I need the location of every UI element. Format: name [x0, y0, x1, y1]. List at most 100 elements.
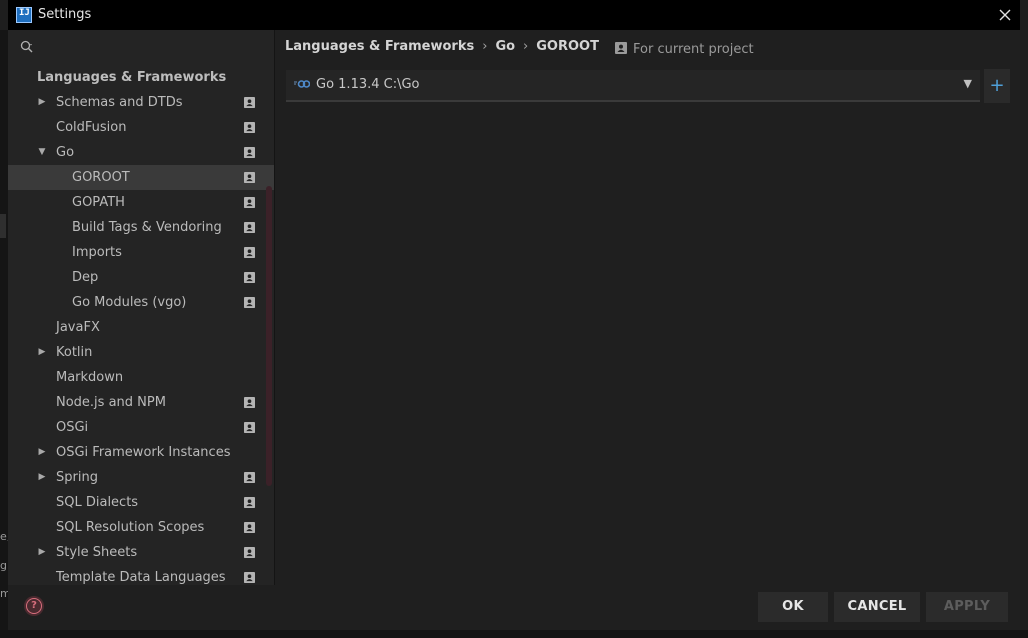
ok-button[interactable]: OK — [758, 592, 828, 622]
tree-item-label: Style Sheets — [56, 545, 138, 560]
settings-search-input[interactable] — [42, 36, 266, 60]
search-icon — [20, 40, 33, 53]
tree-item-label: Spring — [56, 470, 98, 485]
tree-item-osgi-framework-instances[interactable]: ▶ OSGi Framework Instances — [8, 440, 274, 465]
breadcrumb-separator: › — [482, 39, 488, 54]
title-bar: IJ Settings — [8, 0, 1020, 30]
tree-item-build-tags-vendoring[interactable]: Build Tags & Vendoring — [8, 215, 274, 240]
tree-item-template-data-languages[interactable]: Template Data Languages — [8, 565, 274, 585]
project-level-icon — [244, 572, 255, 583]
expand-arrow-icon[interactable]: ▼ — [36, 140, 48, 165]
tree-item-label: Template Data Languages — [56, 570, 226, 585]
tree-item-label: Go Modules (vgo) — [72, 295, 187, 310]
background-window-strip: e, gl m — [0, 30, 8, 638]
tree-item-sql-resolution-scopes[interactable]: SQL Resolution Scopes — [8, 515, 274, 540]
go-sdk-select[interactable]: Go 1.13.4 C:\Go ▼ — [286, 70, 980, 102]
project-level-icon — [244, 197, 255, 208]
breadcrumb-separator: › — [523, 39, 529, 54]
tree-item-label: Node.js and NPM — [56, 395, 166, 410]
tree-item-label: Imports — [72, 245, 122, 260]
tree-item-label: OSGi Framework Instances — [56, 445, 231, 460]
project-level-icon — [244, 147, 255, 158]
goroot-settings-panel: Languages & Frameworks › Go › GOROOT For cur… — [275, 30, 1020, 585]
tree-item-label: Go — [56, 145, 75, 160]
help-icon: ? — [26, 598, 42, 614]
tree-scrollbar[interactable] — [266, 186, 272, 486]
tree-item-label: Build Tags & Vendoring — [72, 220, 222, 235]
window-title: Settings — [38, 7, 92, 22]
settings-dialog: IJ Settings Languages & Frameworks ▶ Schem… — [8, 0, 1020, 630]
collapse-arrow-icon[interactable]: ▶ — [36, 440, 48, 465]
collapse-arrow-icon[interactable]: ▶ — [36, 90, 48, 115]
chevron-down-icon: ▼ — [963, 77, 972, 90]
close-button[interactable] — [990, 0, 1020, 30]
tree-section-header[interactable]: Languages & Frameworks — [8, 65, 274, 90]
tree-item-label: Schemas and DTDs — [56, 95, 183, 110]
project-level-icon — [244, 172, 255, 183]
add-sdk-button[interactable]: + — [984, 69, 1010, 103]
tree-item-spring[interactable]: ▶ Spring — [8, 465, 274, 490]
tree-item-label: JavaFX — [56, 320, 100, 335]
search-row — [8, 30, 274, 64]
background-bottom-edge — [0, 630, 1028, 638]
background-tab-marker — [0, 214, 6, 238]
tree-item-gopath[interactable]: GOPATH — [8, 190, 274, 215]
tree-item-imports[interactable]: Imports — [8, 240, 274, 265]
background-text-fragment: e, — [0, 530, 8, 543]
collapse-arrow-icon[interactable]: ▶ — [36, 340, 48, 365]
cancel-button[interactable]: CANCEL — [834, 592, 920, 622]
breadcrumb: Languages & Frameworks › Go › GOROOT — [285, 39, 599, 54]
tree-item-schemas-and-dtds[interactable]: ▶ Schemas and DTDs — [8, 90, 274, 115]
tree-item-go[interactable]: ▼ Go — [8, 140, 274, 165]
tree-item-sql-dialects[interactable]: SQL Dialects — [8, 490, 274, 515]
tree-item-label: GOPATH — [72, 195, 125, 210]
settings-tree: Languages & Frameworks ▶ Schemas and DTDs C… — [8, 65, 274, 585]
dialog-footer: ? OK CANCEL APPLY — [8, 585, 1020, 630]
tree-item-node-js-and-npm[interactable]: Node.js and NPM — [8, 390, 274, 415]
tree-item-label: Dep — [72, 270, 99, 285]
breadcrumb-item-goroot: GOROOT — [536, 39, 599, 54]
tree-item-label: SQL Resolution Scopes — [56, 520, 205, 535]
breadcrumb-item-go[interactable]: Go — [495, 39, 515, 54]
tree-item-coldfusion[interactable]: ColdFusion — [8, 115, 274, 140]
go-sdk-value: Go 1.13.4 C:\Go — [316, 77, 420, 92]
project-level-icon — [244, 422, 255, 433]
tree-item-kotlin[interactable]: ▶ Kotlin — [8, 340, 274, 365]
background-text-fragment: m — [0, 587, 8, 600]
tree-item-javafx[interactable]: JavaFX — [8, 315, 274, 340]
tree-item-go-modules-vgo[interactable]: Go Modules (vgo) — [8, 290, 274, 315]
tree-item-label: Markdown — [56, 370, 124, 385]
project-level-icon — [244, 297, 255, 308]
project-level-icon — [244, 272, 255, 283]
tree-item-label: ColdFusion — [56, 120, 127, 135]
tree-item-dep[interactable]: Dep — [8, 265, 274, 290]
project-level-icon — [244, 222, 255, 233]
background-text-fragment: gl — [0, 559, 8, 572]
project-scope-icon — [615, 42, 627, 54]
tree-item-goroot[interactable]: GOROOT — [8, 165, 274, 190]
tree-item-label: GOROOT — [72, 170, 130, 185]
project-level-icon — [244, 122, 255, 133]
project-level-icon — [244, 397, 255, 408]
breadcrumb-item-languages-frameworks[interactable]: Languages & Frameworks — [285, 39, 474, 54]
collapse-arrow-icon[interactable]: ▶ — [36, 465, 48, 490]
help-button[interactable]: ? — [24, 596, 44, 616]
tree-item-osgi[interactable]: OSGi — [8, 415, 274, 440]
tree-item-label: OSGi — [56, 420, 89, 435]
tree-item-label: SQL Dialects — [56, 495, 139, 510]
apply-button[interactable]: APPLY — [926, 592, 1008, 622]
close-icon — [999, 9, 1011, 21]
tree-item-label: Kotlin — [56, 345, 93, 360]
tree-item-style-sheets[interactable]: ▶ Style Sheets — [8, 540, 274, 565]
collapse-arrow-icon[interactable]: ▶ — [36, 540, 48, 565]
project-level-icon — [244, 97, 255, 108]
go-sdk-icon — [294, 80, 310, 88]
project-level-icon — [244, 497, 255, 508]
project-level-icon — [244, 522, 255, 533]
project-level-icon — [244, 547, 255, 558]
project-scope-text: For current project — [633, 42, 754, 57]
intellij-app-icon: IJ — [16, 7, 32, 23]
tree-item-label: Languages & Frameworks — [37, 70, 227, 85]
project-level-icon — [244, 247, 255, 258]
tree-item-markdown[interactable]: Markdown — [8, 365, 274, 390]
